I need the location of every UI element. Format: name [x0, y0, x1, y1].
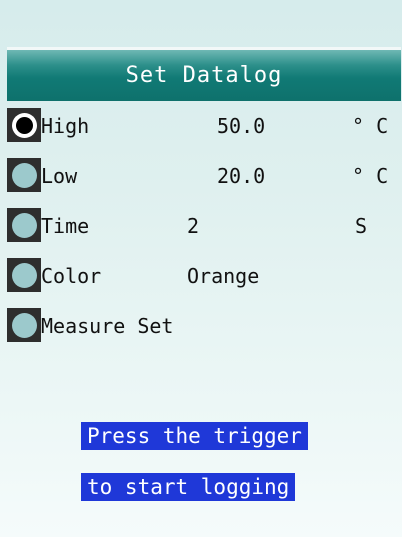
menu-item-label: High [41, 114, 90, 138]
screen-title: Set Datalog [125, 63, 283, 88]
title-bar: Set Datalog [7, 47, 401, 101]
radio-icon [7, 158, 41, 192]
menu-item-value: 2 [187, 214, 200, 238]
menu-item-value: 20.0 [217, 164, 266, 188]
menu-item-label: Color [41, 264, 102, 288]
menu-item-unit: ° C [352, 164, 389, 188]
menu-item-label: Time [41, 214, 90, 238]
radio-icon [7, 308, 41, 342]
menu-item-measure-set[interactable]: Measure Set [7, 304, 402, 354]
radio-icon [7, 258, 41, 292]
menu-item-label: Measure Set [41, 314, 174, 338]
menu-item-color[interactable]: Color Orange [7, 254, 402, 304]
menu-item-label: Low [41, 164, 78, 188]
menu-item-value: Orange [187, 264, 260, 288]
menu-item-time[interactable]: Time 2 S [7, 204, 402, 254]
menu-item-low[interactable]: Low 20.0 ° C [7, 154, 402, 204]
menu-item-value: 50.0 [217, 114, 266, 138]
menu-item-unit: S [355, 214, 368, 238]
menu-item-high[interactable]: High 50.0 ° C [7, 104, 402, 154]
instruction-line-1: Press the trigger [81, 422, 308, 450]
radio-icon [7, 208, 41, 242]
datalog-menu: High 50.0 ° C Low 20.0 ° C Time 2 S Colo… [7, 104, 402, 354]
menu-item-unit: ° C [352, 114, 389, 138]
instruction-line-2: to start logging [81, 473, 296, 501]
device-screen: Set Datalog High 50.0 ° C Low 20.0 ° C T… [0, 0, 402, 537]
radio-selected-icon [7, 108, 41, 142]
